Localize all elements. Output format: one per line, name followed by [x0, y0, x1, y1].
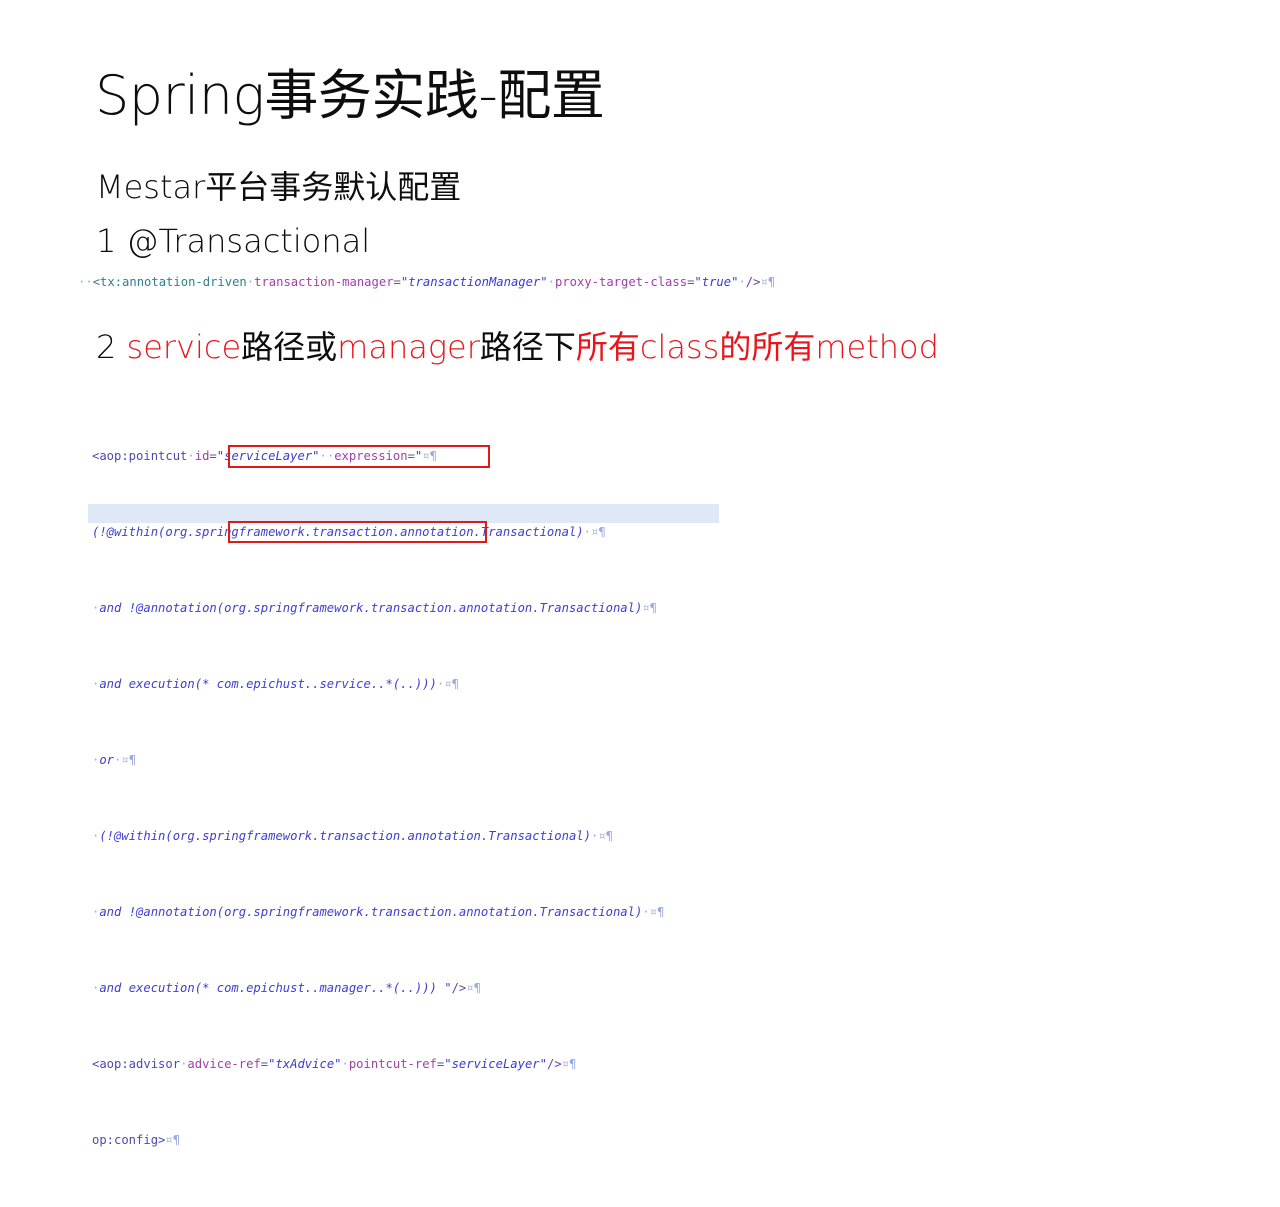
symbol-mark: ¤ — [165, 1133, 173, 1147]
code-block-aop-config: <aop:pointcut·id="serviceLayer"··express… — [92, 390, 664, 1207]
space-mark: · — [180, 1057, 188, 1071]
pilcrow-mark: ¶ — [451, 677, 459, 691]
space-mark: · — [92, 753, 100, 767]
pilcrow-mark: ¶ — [569, 1057, 577, 1071]
symbol-mark: ¤ — [649, 905, 658, 919]
xml-value-id: "serviceLayer" — [216, 449, 320, 463]
symbol-mark: ¤ — [422, 449, 430, 463]
pointcut-expression-within-2: (!@within(org.springframework.transactio… — [99, 829, 591, 843]
pointcut-expression-execution-manager-prefix: and execution(* — [99, 981, 217, 995]
section2-manager-word: manager — [337, 328, 480, 366]
pilcrow-mark: ¶ — [598, 525, 606, 539]
xml-value-transaction-manager: "transactionManager" — [400, 275, 548, 289]
code-line-within-2: ·(!@within(org.springframework.transacti… — [92, 827, 664, 846]
space-mark: · — [187, 449, 195, 463]
highlighted-manager-pattern: com.epichust..manager..*(..))) " — [216, 981, 452, 995]
code-line-pointcut-open: <aop:pointcut·id="serviceLayer"··express… — [92, 447, 664, 466]
section2-prefix: 2 — [96, 328, 127, 366]
pilcrow-mark: ¶ — [605, 829, 613, 843]
xml-self-close: /> — [546, 1057, 562, 1071]
equals-sign: = — [393, 275, 401, 289]
pilcrow-mark: ¶ — [172, 1133, 181, 1147]
pilcrow-mark: ¶ — [649, 601, 658, 615]
equals-sign: = — [260, 1057, 269, 1071]
code-line-config-close: op:config>¤¶ — [92, 1131, 664, 1150]
xml-tag-aop-advisor: <aop:advisor — [92, 1057, 181, 1071]
code-line-annotation-1: ·and !@annotation(org.springframework.tr… — [92, 599, 664, 618]
section2-mid2: 路径下 — [479, 328, 576, 366]
xml-tag-aop-pointcut: <aop:pointcut — [92, 449, 188, 463]
symbol-mark: ¤ — [444, 677, 452, 691]
space-mark: · — [92, 981, 100, 995]
xml-value-pointcut-ref: "serviceLayer" — [444, 1057, 547, 1071]
xml-attr-proxy-target-class: proxy-target-class — [554, 275, 688, 289]
space-mark: · — [642, 905, 650, 919]
section2-tail: 所有class的所有method — [575, 328, 939, 366]
code-line-annotation-2: ·and !@annotation(org.springframework.tr… — [92, 903, 664, 922]
symbol-mark: ¤ — [121, 753, 129, 767]
pointcut-expression-execution-service-prefix: and execution(* — [99, 677, 217, 691]
symbol-mark: ¤ — [598, 829, 606, 843]
space-mark: · — [583, 525, 591, 539]
xml-attr-transaction-manager: transaction-manager — [254, 275, 394, 289]
subheading-transactional: 1 @Transactional — [96, 222, 371, 260]
code-line-within-1: (!@within(org.springframework.transactio… — [92, 523, 664, 542]
section2-service-word: service — [126, 328, 242, 366]
pointcut-expression-within-1: (!@within(org.springframework.transactio… — [92, 525, 584, 539]
space-mark: · — [92, 829, 100, 843]
space-mark: · — [319, 449, 327, 463]
equals-sign: = — [407, 449, 415, 463]
pointcut-expression-annotation-1: and !@annotation(org.springframework.tra… — [99, 601, 643, 615]
code-line-execution-service: ·and execution(* com.epichust..service..… — [92, 675, 664, 694]
subheading-default-config: Mestar平台事务默认配置 — [96, 168, 462, 206]
space-mark: · — [92, 905, 100, 919]
code-line-execution-manager: ·and execution(* com.epichust..manager..… — [92, 979, 664, 998]
section2-mid1: 路径或 — [241, 328, 338, 366]
pilcrow-mark: ¶ — [429, 449, 437, 463]
code-line-or: ·or·¤¶ — [92, 751, 664, 770]
symbol-mark: ¤ — [466, 981, 474, 995]
xml-self-close: /> — [451, 981, 467, 995]
xml-attr-expression: expression — [334, 449, 408, 463]
pilcrow-mark: ¶ — [473, 981, 481, 995]
xml-value-proxy-target-class: "true" — [694, 275, 739, 289]
pilcrow-mark: ¶ — [128, 753, 137, 767]
xml-tag-aop-config-close: op:config> — [92, 1133, 166, 1147]
code-line-advisor: <aop:advisor·advice-ref="txAdvice"·point… — [92, 1055, 664, 1074]
xml-tag-tx-annotation-driven: <tx:annotation-driven — [92, 275, 247, 289]
subheading-service-manager-paths: 2 service路径或manager路径下所有class的所有method — [96, 328, 939, 366]
xml-attr-id: id — [194, 449, 210, 463]
pointcut-expression-annotation-2: and !@annotation(org.springframework.tra… — [99, 905, 643, 919]
space-mark: · — [341, 1057, 349, 1071]
pilcrow-mark: ¶ — [657, 905, 665, 919]
symbol-mark: ¤ — [642, 601, 650, 615]
space-mark: · — [114, 753, 122, 767]
xml-self-close: /> — [745, 275, 761, 289]
xml-attr-advice-ref: advice-ref — [187, 1057, 261, 1071]
pointcut-expression-or: or — [99, 753, 115, 767]
space-mark: ·· — [78, 275, 93, 289]
page-title: Spring事务实践-配置 — [95, 64, 605, 127]
space-mark: · — [547, 275, 555, 289]
equals-sign: = — [436, 1057, 445, 1071]
xml-value-advice-ref: "txAdvice" — [268, 1057, 342, 1071]
highlighted-service-pattern: com.epichust..service..*(..))) — [216, 677, 437, 691]
equals-sign: = — [209, 449, 217, 463]
pilcrow-mark: ¶ — [767, 275, 776, 289]
space-mark: · — [590, 829, 599, 843]
code-block-annotation-driven: ··<tx:annotation-driven · transaction-mana… — [78, 273, 775, 292]
slide-canvas: Spring事务实践-配置 Mestar平台事务默认配置 1 @Transact… — [0, 0, 1280, 1147]
xml-attr-pointcut-ref: pointcut-ref — [348, 1057, 437, 1071]
symbol-mark: ¤ — [561, 1057, 570, 1071]
symbol-mark: ¤ — [760, 275, 768, 289]
space-mark: · — [738, 275, 746, 289]
